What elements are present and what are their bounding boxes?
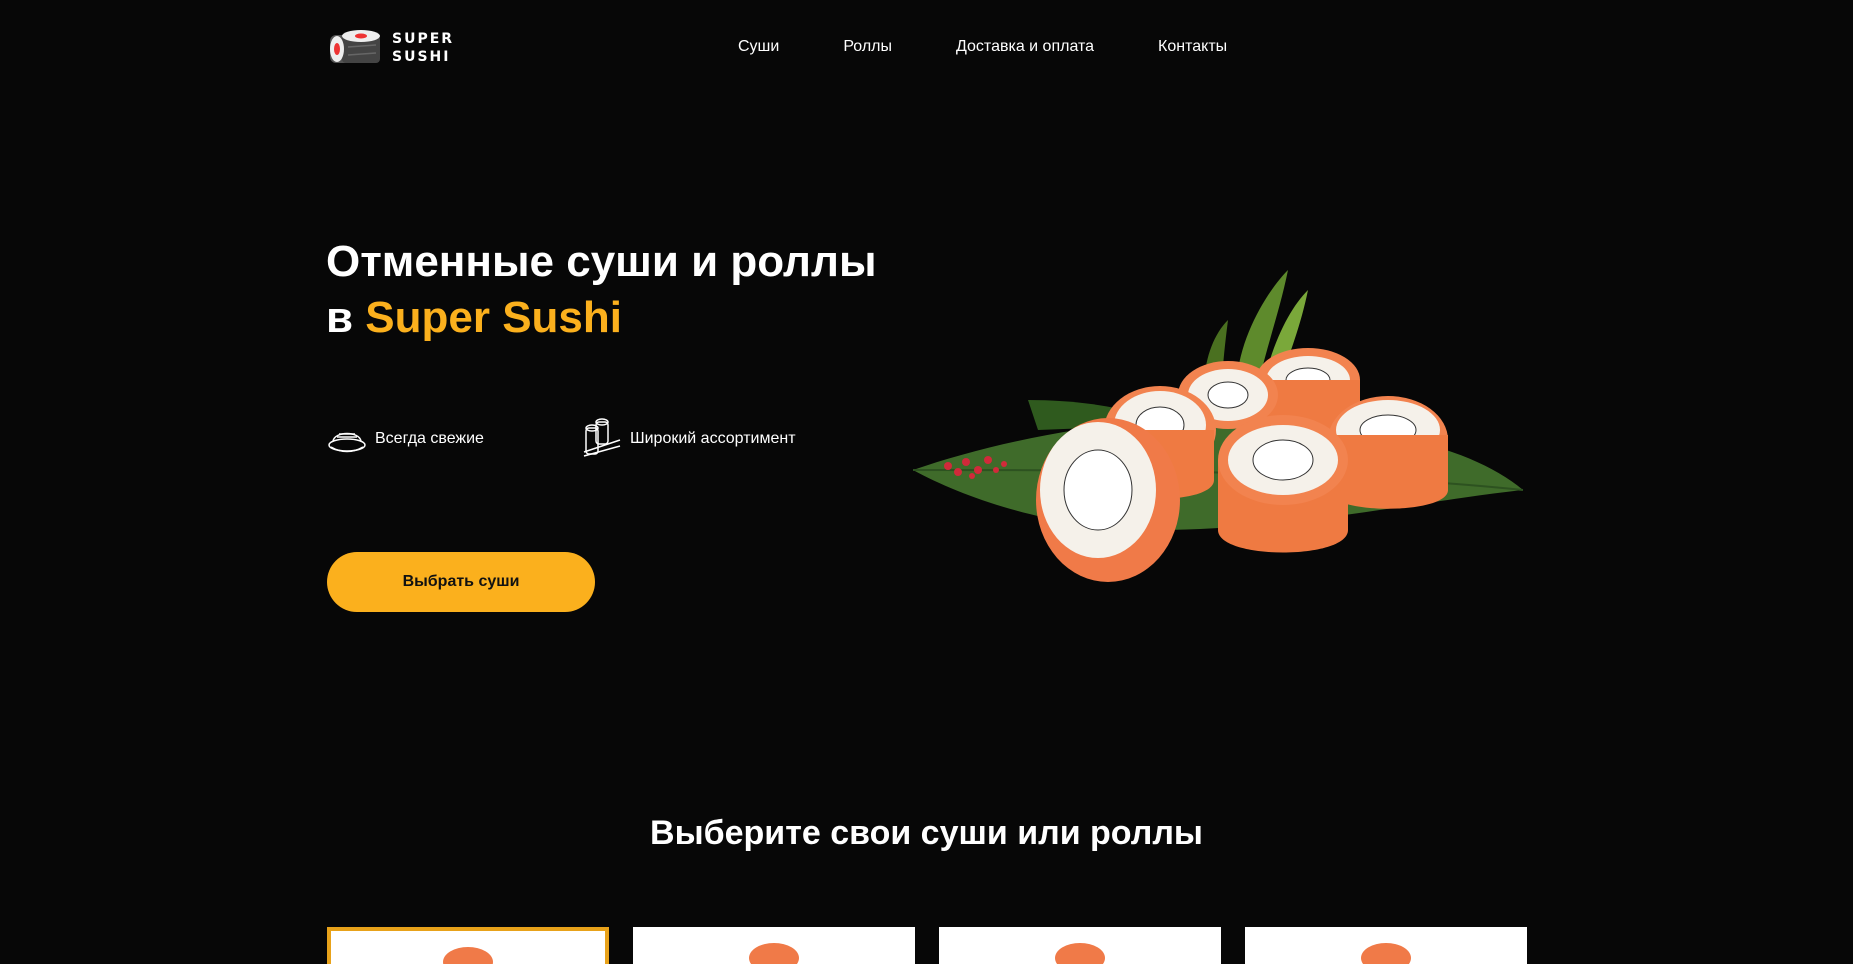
section-title: Выберите свои суши или роллы bbox=[650, 814, 1203, 852]
hero-title: Отменные суши и роллы в Super Sushi bbox=[326, 234, 877, 346]
hero-title-accent: Super Sushi bbox=[365, 293, 622, 342]
nav-item-rolls[interactable]: Роллы bbox=[843, 38, 892, 56]
feature-fresh: Всегда свежие bbox=[327, 418, 484, 460]
product-card[interactable] bbox=[633, 927, 915, 964]
sushi-roll-logo-icon bbox=[328, 29, 382, 67]
logo[interactable]: SUPER SUSHI bbox=[328, 29, 454, 67]
nav-item-contacts[interactable]: Контакты bbox=[1158, 38, 1227, 56]
main-nav: Суши Роллы Доставка и оплата Контакты bbox=[738, 38, 1227, 56]
nav-item-delivery[interactable]: Доставка и оплата bbox=[956, 38, 1094, 56]
feature-assortment: Широкий ассортимент bbox=[582, 418, 796, 460]
logo-text: SUPER SUSHI bbox=[392, 30, 454, 66]
product-cards bbox=[327, 927, 1527, 964]
logo-line2: SUSHI bbox=[392, 49, 451, 65]
hero-title-prefix: в bbox=[326, 293, 366, 342]
product-image bbox=[749, 943, 799, 964]
page: SUPER SUSHI Суши Роллы Доставка и оплата… bbox=[0, 0, 1853, 964]
feature-fresh-label: Всегда свежие bbox=[375, 430, 484, 447]
product-card[interactable] bbox=[939, 927, 1221, 964]
hero-title-line1: Отменные суши и роллы bbox=[326, 237, 877, 286]
sushi-rolls-image bbox=[908, 230, 1528, 615]
product-image bbox=[1055, 943, 1105, 964]
nav-item-sushi[interactable]: Суши bbox=[738, 38, 779, 56]
choose-sushi-button[interactable]: Выбрать суши bbox=[327, 552, 595, 612]
product-card[interactable] bbox=[1245, 927, 1527, 964]
chopsticks-rolls-icon bbox=[582, 418, 622, 460]
product-card[interactable] bbox=[327, 927, 609, 964]
feature-assortment-label: Широкий ассортимент bbox=[629, 430, 796, 447]
sushi-plate-icon bbox=[327, 423, 367, 455]
product-image bbox=[443, 947, 493, 964]
logo-line1: SUPER bbox=[392, 31, 455, 47]
product-image bbox=[1361, 943, 1411, 964]
features: Всегда свежие Широкий ассортимент bbox=[327, 418, 796, 460]
